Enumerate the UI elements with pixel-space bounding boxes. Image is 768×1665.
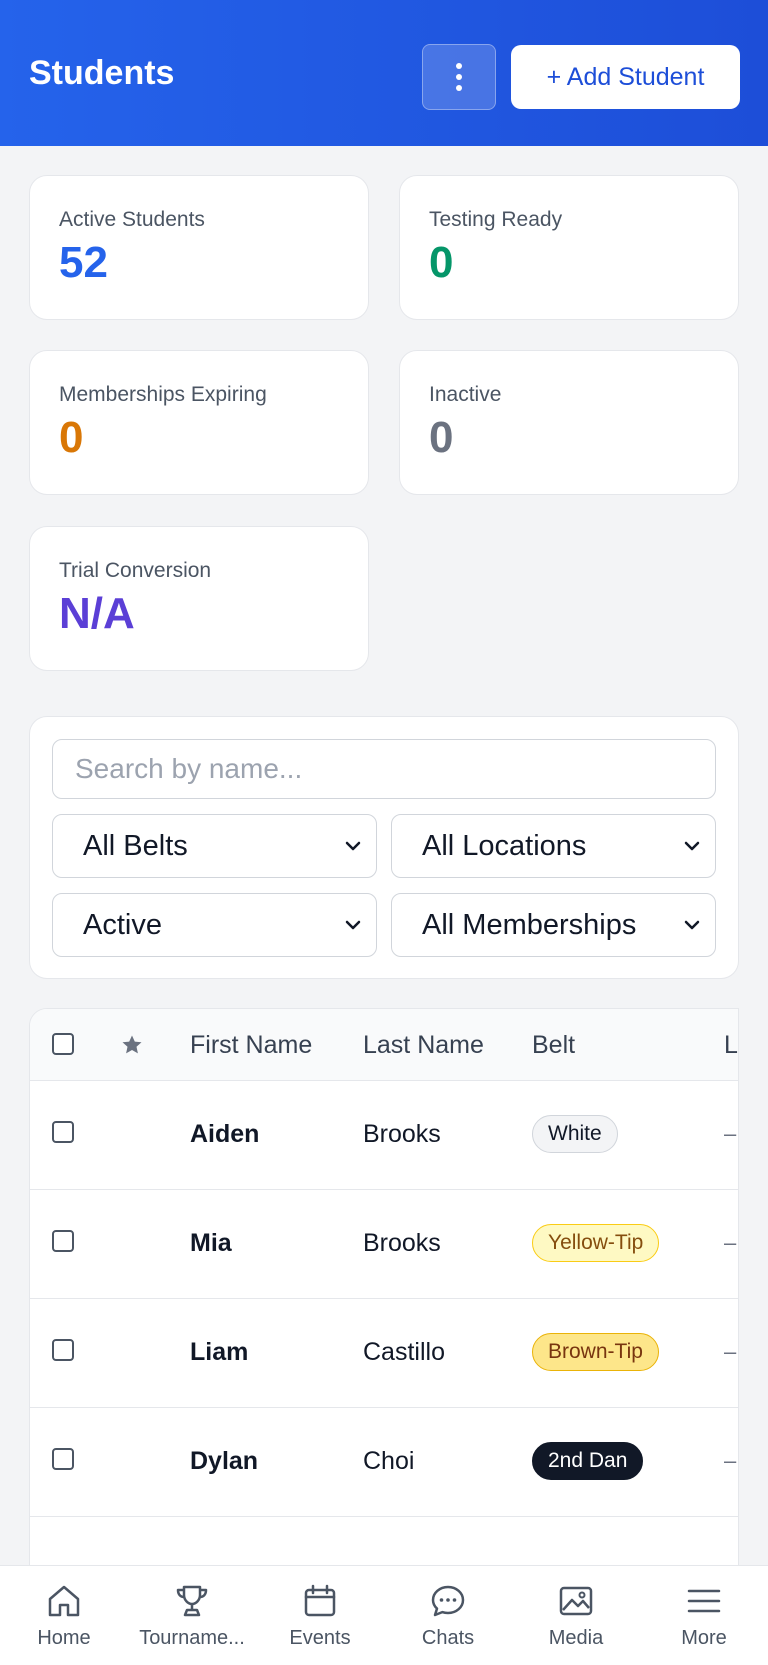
truncated-cell: – <box>724 1339 737 1364</box>
nav-label: Events <box>289 1627 351 1649</box>
trophy-icon <box>176 1585 208 1617</box>
truncated-cell: – <box>724 1448 737 1473</box>
bottom-nav: Home Tourname... Events Chats Media More <box>0 1565 768 1665</box>
location-filter-select[interactable]: All Locations <box>391 814 716 878</box>
stat-card-inactive: Inactive 0 <box>399 350 739 495</box>
star-icon[interactable] <box>120 1033 144 1057</box>
chat-icon <box>431 1585 465 1617</box>
belt-filter-value: All Belts <box>83 829 188 862</box>
table-row[interactable]: Mia Brooks Yellow-Tip – <box>30 1190 738 1299</box>
nav-item-chats[interactable]: Chats <box>384 1566 512 1665</box>
first-name-cell: Dylan <box>190 1447 259 1475</box>
row-checkbox[interactable] <box>52 1339 74 1361</box>
nav-item-tournaments[interactable]: Tourname... <box>128 1566 256 1665</box>
nav-label: More <box>681 1627 727 1649</box>
chevron-down-icon <box>684 841 700 851</box>
chevron-down-icon <box>345 841 361 851</box>
table-row[interactable]: Aiden Brooks White – <box>30 1081 738 1190</box>
table-row[interactable]: Dylan Choi 2nd Dan – <box>30 1408 738 1517</box>
column-header-belt[interactable]: Belt <box>532 1031 575 1060</box>
last-name-cell: Choi <box>363 1447 415 1475</box>
nav-item-home[interactable]: Home <box>0 1566 128 1665</box>
chevron-down-icon <box>684 920 700 930</box>
add-student-button[interactable]: + Add Student <box>511 45 740 109</box>
row-checkbox[interactable] <box>52 1121 74 1143</box>
truncated-cell: – <box>724 1230 737 1255</box>
table-row[interactable] <box>30 1517 738 1567</box>
last-name-cell: Castillo <box>363 1338 445 1366</box>
belt-filter-select[interactable]: All Belts <box>52 814 377 878</box>
search-input[interactable] <box>52 739 716 799</box>
nav-label: Home <box>37 1627 91 1649</box>
stat-card-testing-ready: Testing Ready 0 <box>399 175 739 320</box>
stat-label: Active Students <box>59 208 205 231</box>
row-checkbox[interactable] <box>52 1230 74 1252</box>
page-title: Students <box>29 54 175 92</box>
stat-card-trial-conversion: Trial Conversion N/A <box>29 526 369 671</box>
first-name-cell: Aiden <box>190 1120 260 1148</box>
status-filter-select[interactable]: Active <box>52 893 377 957</box>
truncated-cell: – <box>724 1121 737 1146</box>
calendar-icon <box>304 1584 336 1617</box>
membership-filter-value: All Memberships <box>422 908 637 941</box>
chevron-down-icon <box>345 920 361 930</box>
last-name-cell: Brooks <box>363 1229 441 1257</box>
stat-value: N/A <box>59 589 135 638</box>
nav-label: Chats <box>421 1627 475 1649</box>
nav-label: Media <box>548 1627 604 1649</box>
nav-item-media[interactable]: Media <box>512 1566 640 1665</box>
status-filter-value: Active <box>83 908 162 941</box>
stat-label: Memberships Expiring <box>59 383 267 406</box>
stat-label: Trial Conversion <box>59 559 212 582</box>
app-header: Students + Add Student <box>0 0 768 146</box>
stat-value: 0 <box>59 413 84 462</box>
last-name-cell: Brooks <box>363 1120 441 1148</box>
stat-card-active-students: Active Students 52 <box>29 175 369 320</box>
column-header-truncated[interactable]: L <box>724 1031 738 1060</box>
belt-badge: 2nd Dan <box>532 1442 644 1480</box>
stat-value: 52 <box>59 238 108 287</box>
column-header-first-name[interactable]: First Name <box>190 1031 312 1060</box>
nav-item-events[interactable]: Events <box>256 1566 384 1665</box>
kebab-icon <box>456 63 462 91</box>
nav-item-more[interactable]: More <box>640 1566 768 1665</box>
table-row[interactable]: Liam Castillo Brown-Tip – <box>30 1299 738 1408</box>
home-icon <box>48 1585 80 1617</box>
column-header-last-name[interactable]: Last Name <box>363 1031 484 1060</box>
row-checkbox[interactable] <box>52 1448 74 1470</box>
select-all-checkbox[interactable] <box>52 1033 74 1055</box>
menu-icon <box>687 1589 721 1613</box>
stat-label: Inactive <box>429 383 502 406</box>
location-filter-value: All Locations <box>422 829 587 862</box>
first-name-cell: Liam <box>190 1338 249 1366</box>
belt-badge: White <box>532 1115 618 1153</box>
stat-value: 0 <box>429 238 454 287</box>
stat-label: Testing Ready <box>429 208 563 231</box>
belt-badge: Brown-Tip <box>532 1333 659 1371</box>
nav-label: Tourname... <box>139 1627 245 1649</box>
first-name-cell: Mia <box>190 1229 232 1257</box>
stat-value: 0 <box>429 413 454 462</box>
membership-filter-select[interactable]: All Memberships <box>391 893 716 957</box>
more-options-button[interactable] <box>422 44 496 110</box>
table-header: First Name Last Name Belt L <box>30 1009 738 1081</box>
image-icon <box>559 1586 593 1616</box>
stat-card-memberships-expiring: Memberships Expiring 0 <box>29 350 369 495</box>
belt-badge: Yellow-Tip <box>532 1224 660 1262</box>
filters-panel: All Belts All Locations Active All Membe… <box>29 716 739 979</box>
students-table: First Name Last Name Belt L Aiden Brooks… <box>29 1008 739 1568</box>
